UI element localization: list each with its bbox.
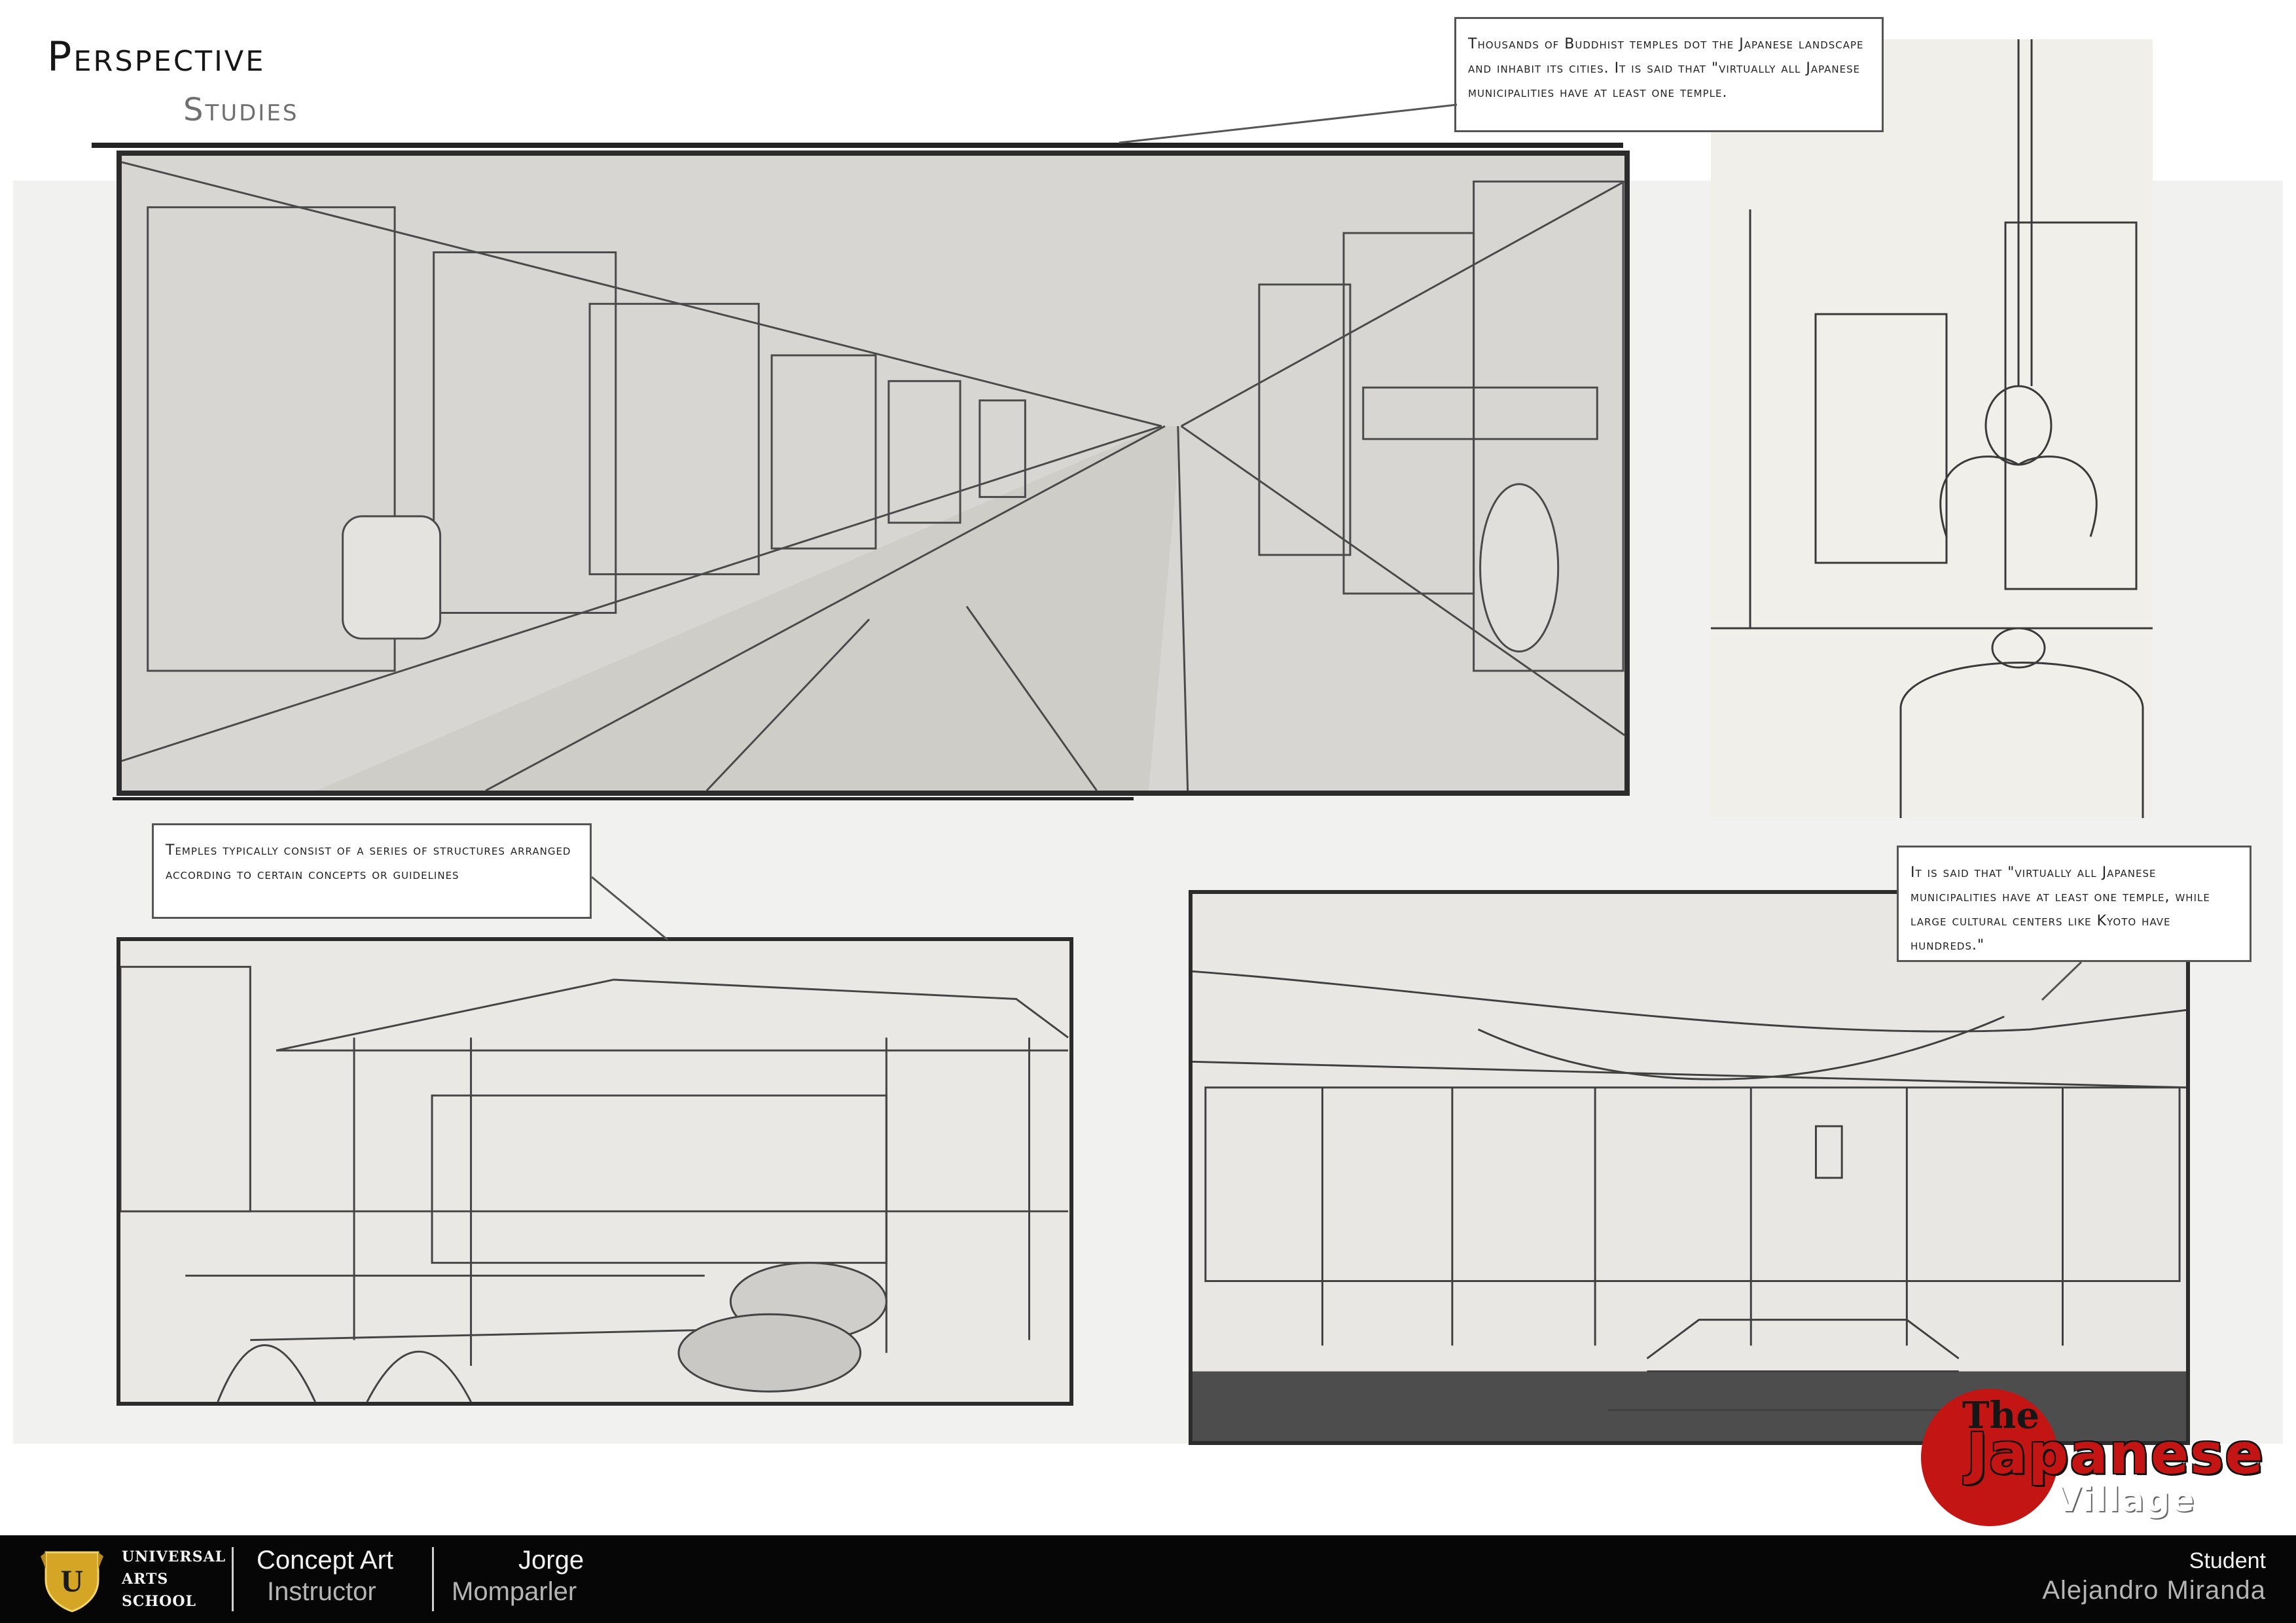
note-left: Temples typically consist of a series of… [152,823,592,919]
logo-line-3: Village [2055,1480,2196,1520]
page-title: Perspective [47,33,266,80]
shield-crest-icon: U [41,1551,103,1613]
street-sketch-panel [117,151,1630,796]
student-label: Student [2189,1548,2266,1573]
courtyard-sketch-panel [117,937,1073,1406]
footer-separator-1 [232,1547,234,1611]
school-name-line-2: ARTS [122,1571,169,1588]
temple-facade-sketch-panel [1189,890,2190,1445]
middle-left-divider-bar [113,797,1134,800]
school-name-line-1: UNIVERSAL [122,1548,226,1565]
svg-text:U: U [61,1564,84,1599]
teapot-sketch-drawing [1711,39,2153,818]
school-name-line-3: SCHOOL [122,1593,196,1610]
note-top: Thousands of Buddhist temples dot the Ja… [1454,17,1884,132]
instructor-first-name: Jorge [518,1546,584,1575]
instructor-label: Instructor [267,1577,376,1606]
footer-separator-2 [432,1547,434,1611]
note-right: It is said that "virtually all Japanese … [1897,846,2251,962]
teapot-sketch-panel [1711,39,2153,818]
courtyard-sketch-drawing [120,941,1069,1402]
page-subtitle: Studies [183,92,299,128]
top-divider-bar [92,143,1623,148]
instructor-last-name: Momparler [452,1577,577,1606]
course-name: Concept Art [257,1546,394,1575]
street-sketch-drawing [122,156,1624,791]
temple-facade-sketch-drawing [1193,894,2186,1441]
student-name: Alejandro Miranda [2042,1576,2266,1605]
logo-line-2: Japanese [1967,1421,2265,1487]
